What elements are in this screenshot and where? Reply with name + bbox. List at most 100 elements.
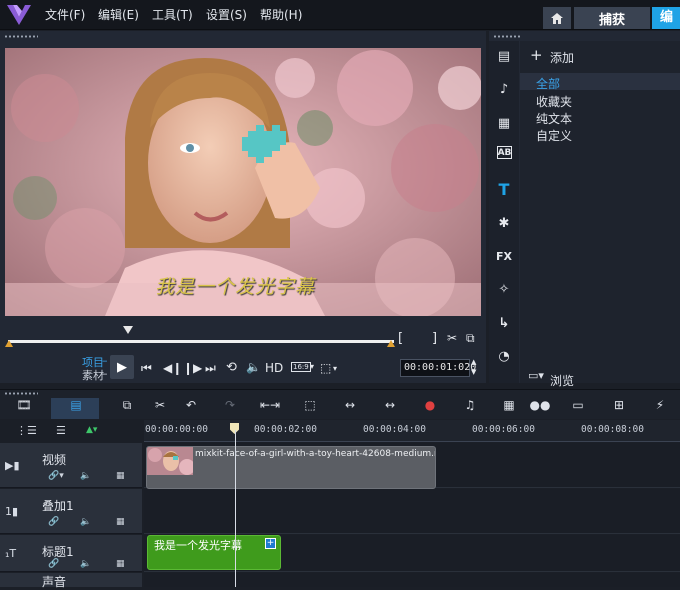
menu-settings[interactable]: 设置(S) bbox=[206, 6, 247, 23]
mark-in-button[interactable]: [ bbox=[398, 331, 403, 346]
fx-icon[interactable]: FX bbox=[494, 246, 514, 266]
library-grip[interactable] bbox=[493, 35, 521, 38]
trim-end-marker[interactable] bbox=[387, 340, 395, 347]
display-mode-dropdown-icon[interactable]: ▾ bbox=[333, 364, 337, 373]
add-button[interactable]: 添加 bbox=[550, 49, 574, 66]
link-icon[interactable]: 🔗▾ bbox=[48, 471, 64, 481]
playhead-line[interactable] bbox=[235, 430, 236, 587]
timecode-down-icon[interactable]: ▼ bbox=[471, 368, 476, 376]
video-clip[interactable]: mixkit-face-of-a-girl-with-a-toy-heart-4… bbox=[146, 446, 436, 489]
track-options-icon[interactable]: ☰ bbox=[56, 424, 66, 437]
expand-tracks-icon[interactable]: ▲▾ bbox=[86, 425, 97, 435]
previous-frame-icon[interactable]: ◀❙ bbox=[163, 361, 182, 375]
repeat-icon[interactable]: ⟲ bbox=[226, 360, 237, 375]
home-button[interactable] bbox=[543, 7, 571, 29]
fit-window-icon[interactable]: ⬚ bbox=[300, 396, 320, 414]
category-custom[interactable]: 自定义 bbox=[536, 127, 572, 144]
visibility-icon[interactable]: ▦ bbox=[116, 559, 125, 569]
category-plain-text[interactable]: 纯文本 bbox=[536, 110, 572, 127]
timecode-up-icon[interactable]: ▲ bbox=[471, 358, 476, 366]
add-icon[interactable]: + bbox=[530, 46, 543, 64]
app-logo-icon bbox=[7, 5, 31, 25]
timeline-grip[interactable] bbox=[4, 392, 38, 395]
track-body-audio[interactable] bbox=[144, 573, 680, 587]
aspect-dropdown-icon[interactable]: ▾ bbox=[310, 362, 314, 371]
play-icon: ▶ bbox=[117, 359, 127, 375]
track-name-title: 标题1 bbox=[42, 545, 74, 559]
title-track-icon: ₁T bbox=[5, 547, 17, 560]
tab-capture[interactable]: 捕获 bbox=[574, 7, 650, 29]
title-icon[interactable]: T bbox=[494, 179, 514, 199]
browse-icon[interactable]: ▭▾ bbox=[528, 369, 544, 382]
visibility-icon[interactable]: ▦ bbox=[116, 517, 125, 527]
go-to-start-icon[interactable]: ⏮ bbox=[141, 361, 152, 376]
trim-start-marker[interactable] bbox=[5, 340, 13, 347]
scrub-handle[interactable] bbox=[123, 326, 133, 334]
zoom-icon[interactable]: ↔ bbox=[380, 396, 400, 414]
tools-icon[interactable]: ✂ bbox=[150, 396, 170, 414]
mode-clip[interactable]: 素材 bbox=[82, 367, 104, 383]
add-effect-icon[interactable]: + bbox=[265, 538, 276, 549]
display-mode-icon[interactable]: ⬚ bbox=[320, 361, 331, 375]
audio-mixer-icon[interactable]: ♫ bbox=[460, 396, 480, 414]
redo-icon[interactable]: ↷ bbox=[220, 396, 240, 414]
timeline-toolbar: 🎞 ▤ ⧉ ✂ ↶ ↷ ⇤⇥ ⬚ ↔ ↔ ● ♫ ▦ ●● ▭ ⊞ ⚡ bbox=[0, 389, 680, 419]
category-all[interactable]: 全部 bbox=[536, 75, 560, 92]
timeline-ruler[interactable]: 00:00:00:00 00:00:02:00 00:00:04:00 00:0… bbox=[144, 420, 680, 442]
fit-timeline-icon[interactable]: ⇤⇥ bbox=[260, 396, 280, 414]
ruler-label: 00:00:04:00 bbox=[363, 424, 426, 435]
storyboard-view-icon[interactable]: 🎞 bbox=[14, 396, 34, 414]
mute-icon[interactable]: 🔈 bbox=[80, 559, 91, 569]
title-clip[interactable]: 我是一个发光字幕 + bbox=[147, 535, 281, 570]
multi-cam-icon[interactable]: ▦ bbox=[499, 396, 519, 414]
menu-help[interactable]: 帮助(H) bbox=[260, 6, 302, 23]
subtitle-editor-icon[interactable]: ▭ bbox=[568, 396, 588, 414]
next-frame-icon[interactable]: ❙▶ bbox=[183, 361, 202, 375]
browse-button[interactable]: 浏览 bbox=[550, 372, 574, 389]
timecode-display[interactable]: 00:00:01:020 bbox=[400, 359, 476, 377]
play-button[interactable]: ▶ bbox=[110, 355, 134, 379]
motion-tracking-icon[interactable]: ⚡ bbox=[650, 396, 670, 414]
track-body-overlay[interactable] bbox=[144, 489, 680, 534]
track-manager-icon[interactable]: ⧉ bbox=[117, 396, 137, 414]
mute-icon[interactable]: 🔈 bbox=[80, 471, 91, 481]
category-favorites[interactable]: 收藏夹 bbox=[536, 93, 572, 110]
track-header-overlay: 1▮ 叠加1 🔗 🔈 ▦ bbox=[0, 489, 142, 534]
track-header-audio: 声音 bbox=[0, 573, 142, 589]
track-name-overlay: 叠加1 bbox=[42, 499, 74, 513]
text-library-icon[interactable]: AB bbox=[497, 146, 512, 159]
link-icon[interactable]: 🔗 bbox=[48, 559, 59, 569]
media-library-icon[interactable]: ▤ bbox=[494, 46, 514, 66]
undo-icon[interactable]: ↶ bbox=[181, 396, 201, 414]
link-icon[interactable]: 🔗 bbox=[48, 517, 59, 527]
mute-icon[interactable]: 🔈 bbox=[80, 517, 91, 527]
mode-clip-indicator: – bbox=[102, 367, 108, 380]
mark-out-button[interactable]: ] bbox=[432, 331, 437, 346]
volume-icon[interactable]: 🔈 bbox=[246, 360, 261, 374]
track-list-icon[interactable]: ⋮☰ bbox=[16, 424, 37, 437]
glowing-subtitle-text: 我是一个发光字幕 bbox=[155, 276, 316, 298]
go-to-end-icon[interactable]: ⏭ bbox=[205, 361, 216, 376]
hd-preview-button[interactable]: HD bbox=[265, 361, 283, 375]
aspect-ratio-button[interactable]: 16:9 bbox=[291, 362, 311, 372]
menu-edit[interactable]: 编辑(E) bbox=[98, 6, 139, 23]
ripple-edit-icon[interactable]: ↔ bbox=[340, 396, 360, 414]
blend-icon[interactable]: ●● bbox=[530, 396, 551, 414]
split-screen-icon[interactable]: ⊞ bbox=[609, 396, 629, 414]
instant-project-icon[interactable]: ♪ bbox=[494, 79, 514, 99]
record-icon[interactable]: ● bbox=[420, 396, 440, 414]
gauge-icon[interactable]: ◔ bbox=[494, 346, 514, 366]
template-icon[interactable]: ▦ bbox=[494, 113, 514, 133]
scrub-bar[interactable] bbox=[8, 340, 394, 343]
panel-grip[interactable] bbox=[4, 35, 38, 38]
copy-frame-icon[interactable]: ⧉ bbox=[466, 331, 475, 346]
menu-file[interactable]: 文件(F) bbox=[45, 6, 85, 23]
transition-icon[interactable]: ✱ bbox=[494, 213, 514, 233]
path-icon[interactable]: ↳ bbox=[494, 313, 514, 333]
split-clip-icon[interactable]: ✂ bbox=[447, 331, 457, 345]
title-clip-label: 我是一个发光字幕 bbox=[154, 539, 242, 552]
tab-edit[interactable]: 编 bbox=[652, 7, 680, 29]
visibility-icon[interactable]: ▦ bbox=[116, 471, 125, 481]
graphics-icon[interactable]: ✧ bbox=[494, 279, 514, 299]
menu-tools[interactable]: 工具(T) bbox=[152, 6, 193, 23]
